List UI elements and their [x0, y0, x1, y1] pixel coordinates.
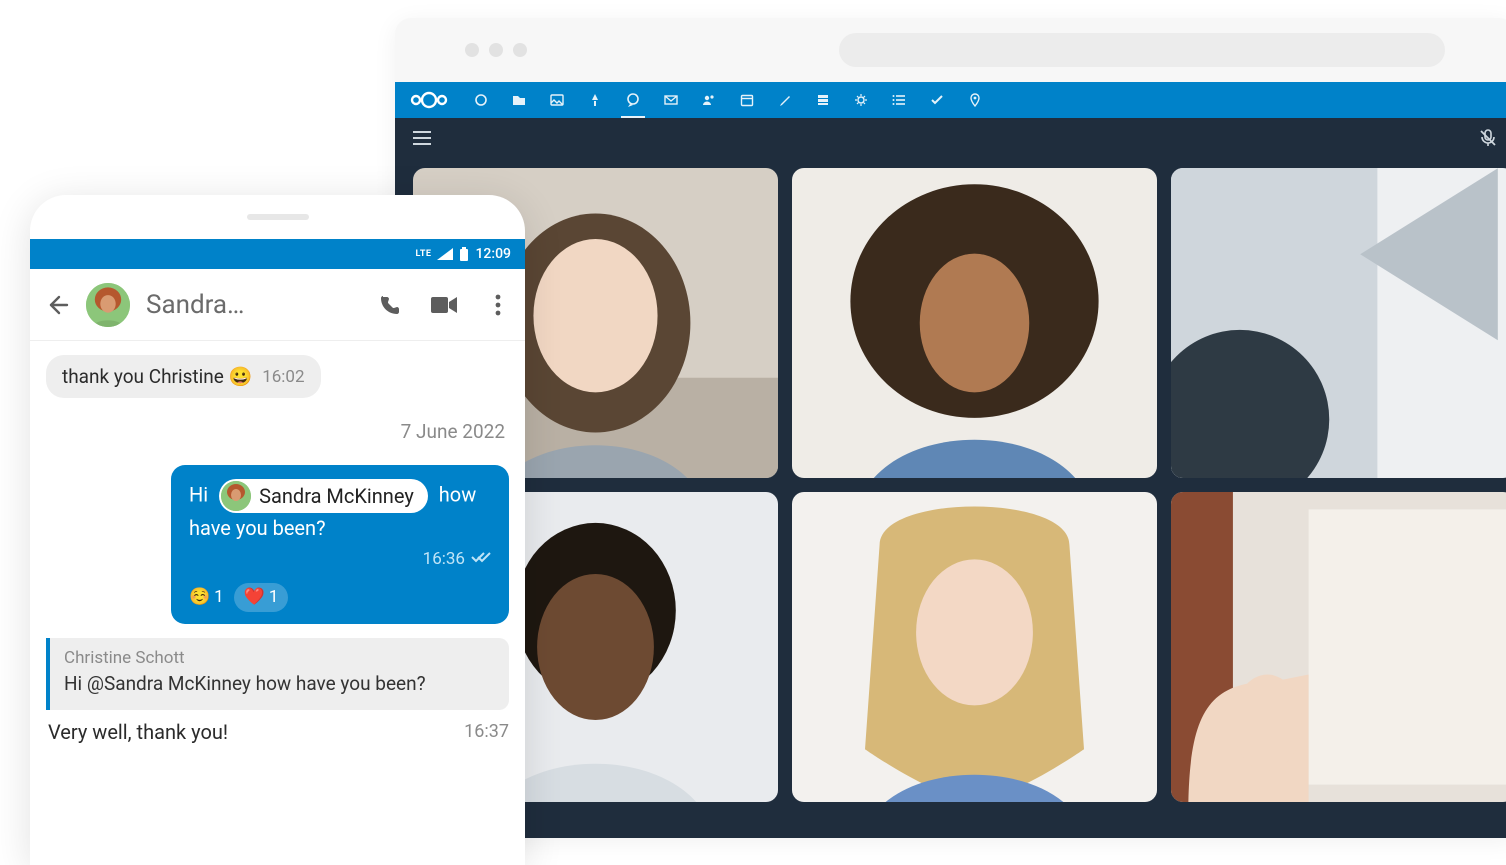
contacts-icon[interactable] — [701, 92, 717, 108]
date-separator: 7 June 2022 — [401, 412, 509, 451]
url-bar[interactable] — [839, 33, 1445, 67]
deck-icon[interactable] — [815, 92, 831, 108]
read-receipt-icon — [471, 547, 491, 573]
network-label: LTE — [415, 249, 431, 259]
window-min-dot[interactable] — [489, 43, 503, 57]
quoted-sender: Christine Schott — [64, 648, 493, 668]
phone-speaker-slot — [30, 195, 525, 239]
outgoing-message[interactable]: Hi Sandra McKinney how have you been? 16… — [171, 465, 509, 624]
maps-icon[interactable] — [967, 92, 983, 108]
reaction[interactable]: ❤️ 1 — [234, 583, 289, 613]
back-icon[interactable] — [44, 292, 70, 318]
participant-video — [792, 168, 1157, 478]
more-menu-icon[interactable] — [485, 292, 511, 318]
phone-frame: LTE 12:09 Sandra… th — [30, 195, 525, 865]
participant-tile[interactable] — [792, 168, 1157, 478]
call-area — [395, 118, 1506, 838]
message-time: 16:02 — [262, 367, 304, 387]
reactions: ☺️ 1 ❤️ 1 — [189, 583, 491, 613]
mic-muted-icon[interactable] — [1479, 129, 1497, 147]
dashboard-icon[interactable] — [473, 92, 489, 108]
window-max-dot[interactable] — [513, 43, 527, 57]
message-text: Very well, thank you! — [48, 720, 228, 744]
talk-icon[interactable] — [625, 92, 641, 108]
nextcloud-logo-icon[interactable] — [409, 90, 449, 110]
files-icon[interactable] — [511, 92, 527, 108]
quoted-text: Hi @Sandra McKinney how have you been? — [64, 670, 493, 698]
audio-call-icon[interactable] — [377, 292, 403, 318]
quoted-block: Christine Schott Hi @Sandra McKinney how… — [46, 638, 509, 710]
participant-tile[interactable] — [1171, 168, 1506, 478]
reaction-count: 1 — [214, 585, 224, 611]
mention-chip[interactable]: Sandra McKinney — [219, 479, 428, 513]
topbar-app-icons — [473, 92, 983, 108]
activity-icon[interactable] — [587, 92, 603, 108]
message-time: 16:36 — [423, 547, 465, 573]
forms-icon[interactable] — [853, 92, 869, 108]
contact-name[interactable]: Sandra… — [146, 290, 361, 320]
calendar-icon[interactable] — [739, 92, 755, 108]
participant-video — [792, 492, 1157, 802]
contact-avatar[interactable] — [86, 283, 130, 327]
chat-body[interactable]: thank you Christine 😀 16:02 7 June 2022 … — [30, 341, 525, 865]
mail-icon[interactable] — [663, 92, 679, 108]
reaction-emoji: ☺️ — [189, 585, 210, 611]
participant-video — [1171, 168, 1506, 478]
reaction-emoji: ❤️ — [244, 585, 265, 611]
browser-window — [395, 18, 1506, 838]
reaction-count: 1 — [269, 585, 279, 611]
reaction[interactable]: ☺️ 1 — [189, 583, 224, 613]
message-text: Hi Sandra McKinney how have you been? — [189, 479, 491, 543]
mention-avatar — [221, 481, 251, 511]
clock: 12:09 — [475, 246, 511, 262]
photos-icon[interactable] — [549, 92, 565, 108]
sidebar-toggle-icon[interactable] — [413, 129, 431, 147]
browser-chrome — [395, 18, 1506, 82]
video-grid — [413, 168, 1506, 838]
message-text: thank you Christine 😀 — [62, 365, 252, 388]
call-toolbar — [395, 118, 1506, 158]
reply-message[interactable]: Christine Schott Hi @Sandra McKinney how… — [46, 638, 509, 744]
signal-icon — [437, 248, 453, 260]
message-time: 16:37 — [464, 721, 509, 742]
phone-status-bar: LTE 12:09 — [30, 239, 525, 269]
video-call-icon[interactable] — [431, 292, 457, 318]
chat-header: Sandra… — [30, 269, 525, 341]
tasks-icon[interactable] — [929, 92, 945, 108]
participant-tile[interactable] — [1171, 492, 1506, 802]
notes-icon[interactable] — [777, 92, 793, 108]
window-controls — [465, 43, 527, 57]
nextcloud-topbar — [395, 82, 1506, 118]
window-close-dot[interactable] — [465, 43, 479, 57]
mention-name: Sandra McKinney — [259, 481, 414, 511]
incoming-message[interactable]: thank you Christine 😀 16:02 — [46, 355, 321, 398]
participant-tile[interactable] — [792, 492, 1157, 802]
battery-icon — [459, 247, 469, 261]
participant-video — [1171, 492, 1506, 802]
tasks-list-icon[interactable] — [891, 92, 907, 108]
